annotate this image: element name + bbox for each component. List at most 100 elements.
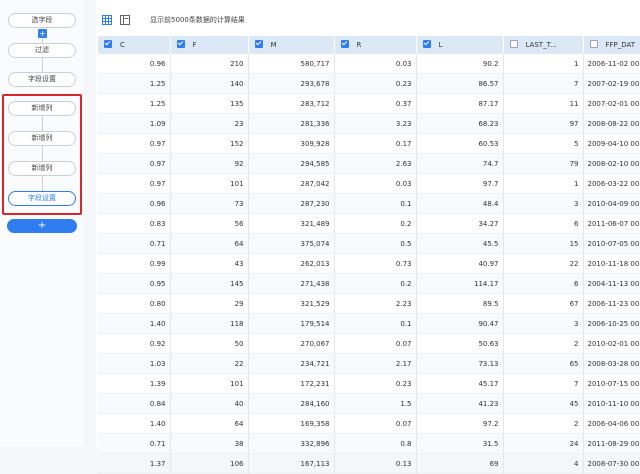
table-cell: 68.23 — [416, 113, 504, 134]
table-cell: 293,678 — [248, 73, 335, 94]
checkbox-checked-icon[interactable] — [422, 40, 431, 48]
table-cell: 2006-10-25 00:0 — [583, 313, 640, 334]
table-cell: 284,160 — [248, 393, 335, 414]
field-settings-step[interactable]: 字段设置 — [8, 72, 76, 87]
panel-view-icon[interactable] — [120, 15, 130, 25]
table-cell: 0.07 — [334, 333, 417, 354]
column-header[interactable]: M — [248, 36, 335, 54]
table-cell: 22 — [170, 353, 249, 374]
table-cell: 1.40 — [98, 313, 171, 334]
column-header[interactable]: R — [334, 36, 417, 54]
filter-step[interactable]: 过滤 — [8, 43, 76, 58]
field-settings-step-active[interactable]: 字段设置 — [8, 191, 76, 206]
table-cell: 0.5 — [334, 233, 417, 254]
table-cell: 140 — [170, 73, 249, 94]
table-cell: 0.2 — [334, 273, 417, 294]
table-cell: 281,336 — [248, 113, 335, 134]
table-cell: 169,358 — [248, 413, 335, 434]
table-cell: 90.2 — [416, 54, 504, 74]
table-cell: 167,113 — [248, 453, 335, 474]
table-cell: 0.96 — [98, 193, 171, 214]
insert-step-icon[interactable]: + — [38, 29, 47, 38]
table-cell: 2008-07-30 00:0 — [583, 453, 640, 474]
select-field-step[interactable]: 选字段 — [8, 13, 76, 28]
table-cell: 287,230 — [248, 193, 335, 214]
table-cell: 41.23 — [416, 393, 504, 414]
table-cell: 2010-04-09 00:0 — [583, 193, 640, 214]
table-cell: 67 — [503, 293, 584, 314]
new-column-step-2[interactable]: 新增列 — [8, 131, 76, 146]
table-row: 0.8029321,5292.2389.5672006-11-23 00:0 — [98, 293, 640, 314]
table-cell: 172,231 — [248, 373, 335, 394]
add-step-button[interactable]: + — [7, 219, 77, 233]
column-header[interactable]: L — [416, 36, 504, 54]
table-view-icon[interactable] — [102, 15, 112, 25]
table-cell: 92 — [170, 153, 249, 174]
column-header[interactable]: LAST_T... — [503, 36, 584, 54]
checkbox-unchecked-icon[interactable] — [509, 40, 518, 48]
column-header-label: LAST_T... — [525, 41, 557, 49]
table-row: 0.96210580,7170.0390.212006-11-02 00:0 — [98, 54, 640, 74]
table-cell: 45.17 — [416, 373, 504, 394]
table-cell: 2010-11-10 00:0 — [583, 393, 640, 414]
table-cell: 145 — [170, 273, 249, 294]
table-cell: 97.7 — [416, 173, 504, 194]
table-cell: 2.63 — [334, 153, 417, 174]
table-cell: 4 — [503, 453, 584, 474]
table-row: 1.25135283,7120.3787.17112007-02-01 00:0 — [98, 93, 640, 114]
table-cell: 0.73 — [334, 253, 417, 274]
table-cell: 50 — [170, 333, 249, 354]
table-cell: 332,896 — [248, 433, 335, 454]
table-cell: 48.4 — [416, 193, 504, 214]
table-cell: 23 — [170, 113, 249, 134]
table-row: 0.9792294,5852.6374.7792008-02-10 00:0 — [98, 153, 640, 174]
column-header[interactable]: FFP_DAT — [583, 36, 640, 54]
table-cell: 0.97 — [98, 173, 171, 194]
connector-line — [42, 116, 43, 131]
table-cell: 34.27 — [416, 213, 504, 234]
checkbox-checked-icon[interactable] — [176, 40, 185, 48]
table-cell: 29 — [170, 293, 249, 314]
table-cell: 15 — [503, 233, 584, 254]
table-cell: 0.17 — [334, 133, 417, 154]
table-row: 1.4064169,3580.0797.222006-04-06 00:0 — [98, 413, 640, 434]
table-cell: 86.57 — [416, 73, 504, 94]
table-cell: 1.25 — [98, 73, 171, 94]
table-cell: 6 — [503, 213, 584, 234]
table-cell: 3.23 — [334, 113, 417, 134]
new-column-step-1[interactable]: 新增列 — [8, 101, 76, 116]
table-row: 0.8356321,4890.234.2762011-06-07 00:0 — [98, 213, 640, 234]
table-cell: 262,013 — [248, 253, 335, 274]
checkbox-checked-icon[interactable] — [340, 40, 349, 48]
checkbox-unchecked-icon[interactable] — [589, 40, 598, 48]
connector-line — [42, 176, 43, 191]
table-cell: 101 — [170, 373, 249, 394]
column-header[interactable]: C — [98, 36, 171, 54]
table-cell: 5 — [503, 133, 584, 154]
table-cell: 0.2 — [334, 213, 417, 234]
table-cell: 97.2 — [416, 413, 504, 434]
table-cell: 1.25 — [98, 93, 171, 114]
table-cell: 0.03 — [334, 173, 417, 194]
table-cell: 73.13 — [416, 353, 504, 374]
table-cell: 0.07 — [334, 413, 417, 434]
table-cell: 283,712 — [248, 93, 335, 114]
table-cell: 1 — [503, 173, 584, 194]
table-cell: 2008-03-28 00:0 — [583, 353, 640, 374]
checkbox-checked-icon[interactable] — [254, 40, 263, 48]
checkbox-checked-icon[interactable] — [104, 40, 112, 48]
table-row: 0.97101287,0420.0397.712006-03-22 00:0 — [98, 173, 640, 194]
table-cell: 6 — [503, 273, 584, 294]
table-cell: 0.80 — [98, 293, 171, 314]
column-header[interactable]: F — [170, 36, 249, 54]
column-header-label: M — [270, 41, 277, 49]
table-cell: 43 — [170, 253, 249, 274]
new-column-step-3[interactable]: 新增列 — [8, 161, 76, 176]
table-row: 0.9943262,0130.7340.97222010-11-18 00:0 — [98, 253, 640, 274]
table-cell: 1 — [503, 54, 584, 74]
table-cell: 2008-02-10 00:0 — [583, 153, 640, 174]
table-cell: 3 — [503, 313, 584, 334]
table-row: 1.0923281,3363.2368.23972008-08-22 00:0 — [98, 113, 640, 134]
table-cell: 2010-02-01 00:0 — [583, 333, 640, 354]
table-cell: 2 — [503, 333, 584, 354]
